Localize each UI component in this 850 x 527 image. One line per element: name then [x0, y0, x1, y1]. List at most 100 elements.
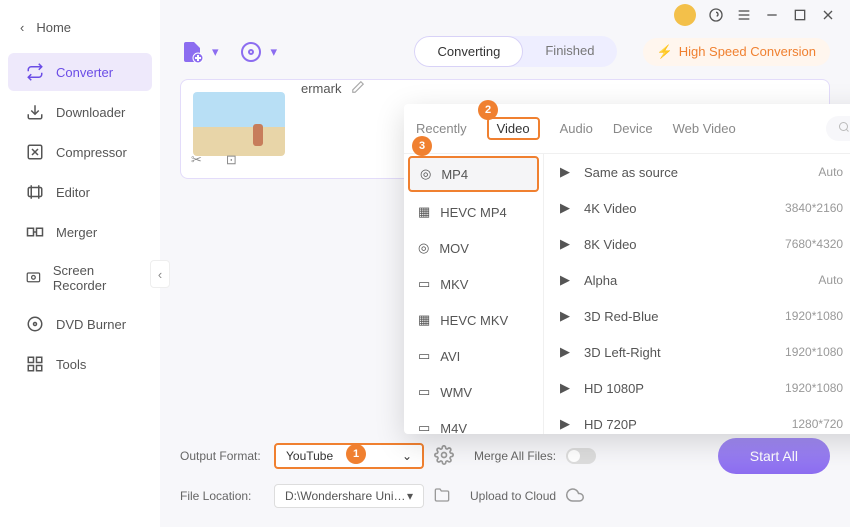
sidebar-collapse-button[interactable]: ‹ [150, 260, 170, 288]
maximize-icon[interactable] [792, 7, 808, 23]
converter-icon [26, 63, 44, 81]
chevron-down-icon: ⌄ [402, 449, 412, 463]
format-avi[interactable]: ▭AVI [404, 338, 543, 374]
sidebar-item-screen-recorder[interactable]: Screen Recorder [8, 253, 152, 303]
tab-converting[interactable]: Converting [414, 36, 523, 67]
merge-toggle[interactable] [566, 448, 596, 464]
preset-same-as-source[interactable]: ▶Same as sourceAuto✎ [544, 154, 850, 190]
preset-alpha[interactable]: ▶AlphaAuto✎ [544, 262, 850, 298]
sidebar-item-label: Merger [56, 225, 97, 240]
disc-icon: ◎ [420, 166, 431, 182]
folder-icon[interactable] [434, 487, 450, 506]
tutorial-step-3: 3 [412, 136, 432, 156]
m4v-icon: ▭ [418, 420, 430, 434]
preset-3d-red-blue[interactable]: ▶3D Red-Blue1920*1080✎ [544, 298, 850, 334]
tab-device[interactable]: Device [613, 121, 653, 136]
format-hevc-mp4[interactable]: ▦HEVC MP4 [404, 194, 543, 230]
format-list[interactable]: ◎MP4 ▦HEVC MP4 ◎MOV ▭MKV ▦HEVC MKV ▭AVI … [404, 154, 544, 434]
sidebar-item-tools[interactable]: Tools [8, 345, 152, 383]
menu-icon[interactable] [736, 7, 752, 23]
sidebar-item-editor[interactable]: Editor [8, 173, 152, 211]
video-thumbnail[interactable] [193, 92, 285, 156]
video-icon: ▶ [560, 416, 570, 432]
toolbar: ▾ ▾ Converting Finished ⚡ High Speed Con… [180, 30, 830, 79]
format-mov[interactable]: ◎MOV [404, 230, 543, 266]
preset-8k[interactable]: ▶8K Video7680*4320✎ [544, 226, 850, 262]
minimize-icon[interactable] [764, 7, 780, 23]
avi-icon: ▭ [418, 348, 430, 364]
add-file-button[interactable] [180, 40, 204, 64]
recorder-icon [26, 269, 41, 287]
preset-4k[interactable]: ▶4K Video3840*2160✎ [544, 190, 850, 226]
preset-hd-720p[interactable]: ▶HD 720P1280*720✎ [544, 406, 850, 434]
sidebar-item-downloader[interactable]: Downloader [8, 93, 152, 131]
hevc-icon: ▦ [418, 204, 430, 220]
format-m4v[interactable]: ▭M4V [404, 410, 543, 434]
crop-icon[interactable]: ⊡ [226, 152, 237, 168]
format-mkv[interactable]: ▭MKV [404, 266, 543, 302]
main: ‹ ▾ ▾ Converting Finished ⚡ High S [160, 0, 850, 527]
sidebar-item-label: Downloader [56, 105, 125, 120]
support-icon[interactable] [708, 7, 724, 23]
video-icon: ▶ [560, 200, 570, 216]
edit-strip: ✂ ⊡ [191, 152, 237, 168]
cloud-icon[interactable] [566, 486, 584, 507]
preset-hd-1080p[interactable]: ▶HD 1080P1920*1080✎ [544, 370, 850, 406]
tab-finished[interactable]: Finished [523, 36, 616, 67]
sidebar-item-dvd-burner[interactable]: DVD Burner [8, 305, 152, 343]
mov-icon: ◎ [418, 240, 429, 256]
sidebar-item-label: Converter [56, 65, 113, 80]
sidebar: ‹ Home Converter Downloader Compressor E… [0, 0, 160, 527]
mkv-icon: ▭ [418, 276, 430, 292]
close-icon[interactable] [820, 7, 836, 23]
format-search[interactable]: Search [826, 116, 850, 141]
tutorial-step-1: 1 [346, 444, 366, 464]
sidebar-item-converter[interactable]: Converter [8, 53, 152, 91]
sidebar-item-compressor[interactable]: Compressor [8, 133, 152, 171]
avatar[interactable] [674, 4, 696, 26]
tab-audio[interactable]: Audio [560, 121, 593, 136]
sidebar-item-label: Compressor [56, 145, 127, 160]
high-speed-badge[interactable]: ⚡ High Speed Conversion [643, 38, 831, 66]
chevron-down-icon: ▾ [407, 489, 413, 503]
format-wmv[interactable]: ▭WMV [404, 374, 543, 410]
status-tabs: Converting Finished [414, 36, 616, 67]
sidebar-item-label: Screen Recorder [53, 263, 134, 293]
file-location-label: File Location: [180, 489, 264, 503]
settings-icon[interactable] [434, 445, 454, 468]
chevron-down-icon[interactable]: ▾ [271, 44, 278, 60]
upload-label: Upload to Cloud [470, 489, 556, 503]
start-all-button[interactable]: Start All [718, 438, 830, 474]
sidebar-item-label: DVD Burner [56, 317, 126, 332]
add-dvd-button[interactable] [239, 40, 263, 64]
video-icon: ▶ [560, 236, 570, 252]
home-label: Home [36, 20, 71, 35]
watermark-title: ermark [301, 80, 365, 97]
format-mp4[interactable]: ◎MP4 [408, 156, 539, 192]
tab-recently[interactable]: Recently [416, 121, 467, 136]
trim-icon[interactable]: ✂ [191, 152, 202, 168]
hevc-icon: ▦ [418, 312, 430, 328]
video-icon: ▶ [560, 380, 570, 396]
video-icon: ▶ [560, 344, 570, 360]
video-icon: ▶ [560, 308, 570, 324]
home-link[interactable]: ‹ Home [0, 12, 160, 43]
sidebar-item-label: Editor [56, 185, 90, 200]
tab-video[interactable]: Video [487, 117, 540, 140]
file-location-select[interactable]: D:\Wondershare UniConverter 1 ▾ [274, 484, 424, 508]
dvd-icon [26, 315, 44, 333]
video-icon: ▶ [560, 272, 570, 288]
chevron-down-icon[interactable]: ▾ [212, 44, 219, 60]
preset-list[interactable]: ▶Same as sourceAuto✎ ▶4K Video3840*2160✎… [544, 154, 850, 434]
wmv-icon: ▭ [418, 384, 430, 400]
format-hevc-mkv[interactable]: ▦HEVC MKV [404, 302, 543, 338]
edit-icon[interactable] [351, 80, 365, 97]
format-tabs: Recently Video Audio Device Web Video Se… [404, 104, 850, 154]
merger-icon [26, 223, 44, 241]
tab-web-video[interactable]: Web Video [673, 121, 736, 136]
preset-3d-left-right[interactable]: ▶3D Left-Right1920*1080✎ [544, 334, 850, 370]
lightning-icon: ⚡ [657, 44, 673, 60]
editor-icon [26, 183, 44, 201]
sidebar-item-label: Tools [56, 357, 86, 372]
sidebar-item-merger[interactable]: Merger [8, 213, 152, 251]
